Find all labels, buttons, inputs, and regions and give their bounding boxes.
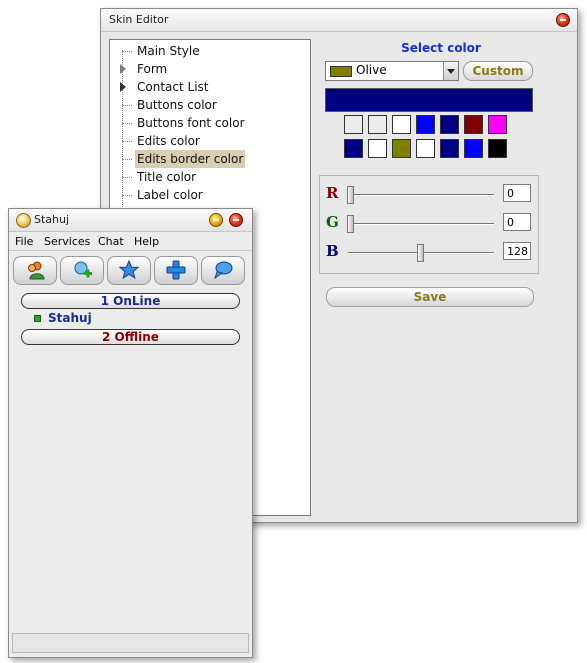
add-contact-icon: [74, 261, 92, 278]
r-slider-track[interactable]: [348, 194, 494, 196]
online-status-icon: [34, 315, 41, 322]
tree-item-contact-list[interactable]: Contact List: [110, 78, 308, 96]
expand-arrow-icon[interactable]: [120, 82, 126, 92]
expand-arrow-icon[interactable]: [120, 64, 126, 74]
tree-item-edits-color[interactable]: Edits color: [110, 132, 308, 150]
window-title: Stahuj: [34, 213, 70, 226]
b-label: B: [326, 242, 339, 260]
tree-item-label: Title color: [137, 170, 197, 184]
window-title: Skin Editor: [109, 13, 169, 26]
tree-item-label: Buttons font color: [137, 116, 245, 130]
group-label: 2 Offline: [102, 330, 159, 344]
palette-swatch[interactable]: [368, 139, 387, 158]
add-contact-button[interactable]: [60, 256, 104, 285]
chat-icon: [214, 261, 233, 280]
palette-swatch[interactable]: [488, 139, 507, 158]
users-icon: [28, 261, 45, 280]
rgb-group: R 0 G 0 B 128: [319, 175, 539, 274]
palette-swatch[interactable]: [392, 115, 411, 134]
minimize-icon[interactable]: [209, 213, 223, 227]
menu-services[interactable]: Services: [44, 235, 90, 248]
close-icon[interactable]: [556, 13, 570, 27]
users-button[interactable]: [13, 256, 57, 285]
color-select[interactable]: Olive: [325, 61, 459, 81]
contact-list: 1 OnLine Stahuj 2 Offline: [12, 289, 246, 629]
tree-item-label: Contact List: [137, 80, 209, 94]
palette-swatch[interactable]: [392, 139, 411, 158]
contact-name: Stahuj: [48, 311, 92, 325]
favorites-button[interactable]: [107, 256, 151, 285]
chevron-down-icon[interactable]: [443, 62, 458, 80]
menu-chat[interactable]: Chat: [98, 235, 124, 248]
chat-button[interactable]: [201, 256, 245, 285]
group-label: 1 OnLine: [100, 294, 161, 308]
toolbar: [9, 253, 252, 289]
tree-item-buttons-color[interactable]: Buttons color: [110, 96, 308, 114]
b-value-field[interactable]: 128: [503, 242, 531, 260]
plus-icon: [166, 260, 186, 280]
star-icon: [119, 260, 139, 280]
add-button[interactable]: [154, 256, 198, 285]
g-label: G: [326, 213, 339, 231]
b-slider-thumb[interactable]: [417, 244, 424, 262]
palette-swatch[interactable]: [488, 115, 507, 134]
status-bar: [12, 633, 249, 653]
tree-item-main-style[interactable]: Main Style: [110, 42, 308, 60]
skin-editor-titlebar[interactable]: Skin Editor: [101, 9, 577, 32]
group-header-offline[interactable]: 2 Offline: [21, 329, 240, 345]
palette-swatch[interactable]: [440, 139, 459, 158]
tree-item-label-color[interactable]: Label color: [110, 186, 308, 204]
palette-swatch[interactable]: [464, 139, 483, 158]
color-preview: [325, 88, 533, 112]
palette-swatch[interactable]: [344, 115, 363, 134]
group-header-online[interactable]: 1 OnLine: [21, 293, 240, 309]
menu-file[interactable]: File: [15, 235, 33, 248]
r-value-field[interactable]: 0: [503, 184, 531, 202]
tree-item-buttons-font-color[interactable]: Buttons font color: [110, 114, 308, 132]
g-value-field[interactable]: 0: [503, 213, 531, 231]
g-slider-track[interactable]: [348, 223, 494, 225]
menu-bar: File Services Chat Help: [9, 234, 252, 251]
palette-swatch[interactable]: [440, 115, 459, 134]
palette-swatch[interactable]: [416, 115, 435, 134]
app-logo-icon: [16, 213, 31, 228]
select-color-heading: Select color: [401, 41, 481, 55]
close-icon[interactable]: [229, 213, 243, 227]
tree-item-label: Main Style: [137, 44, 200, 58]
tree-item-edits-border-color[interactable]: Edits border color: [110, 150, 308, 168]
tree-item-label: Buttons color: [137, 98, 217, 112]
tree-item-form[interactable]: Form: [110, 60, 308, 78]
r-slider-thumb[interactable]: [347, 186, 354, 204]
color-swatch: [330, 66, 352, 77]
tree-item-label: Edits border color: [135, 150, 246, 168]
tree-item-label: Label color: [137, 188, 203, 202]
color-select-value: Olive: [356, 63, 387, 77]
palette-swatch[interactable]: [368, 115, 387, 134]
color-panel: Select color Olive Custom R 0 G 0 B 128 …: [313, 39, 569, 514]
stahuj-titlebar[interactable]: Stahuj: [9, 209, 252, 232]
palette-swatch[interactable]: [344, 139, 363, 158]
palette-swatch[interactable]: [464, 115, 483, 134]
tree-item-label: Form: [137, 62, 168, 76]
tree-item-label: Edits color: [137, 134, 200, 148]
tree-item-title-color[interactable]: Title color: [110, 168, 308, 186]
palette-swatch[interactable]: [416, 139, 435, 158]
stahuj-window: Stahuj File Services Chat Help 1 OnLine …: [8, 208, 253, 658]
r-label: R: [326, 184, 339, 202]
save-button[interactable]: Save: [326, 287, 534, 307]
custom-button[interactable]: Custom: [463, 61, 533, 81]
menu-help[interactable]: Help: [134, 235, 159, 248]
g-slider-thumb[interactable]: [347, 215, 354, 233]
